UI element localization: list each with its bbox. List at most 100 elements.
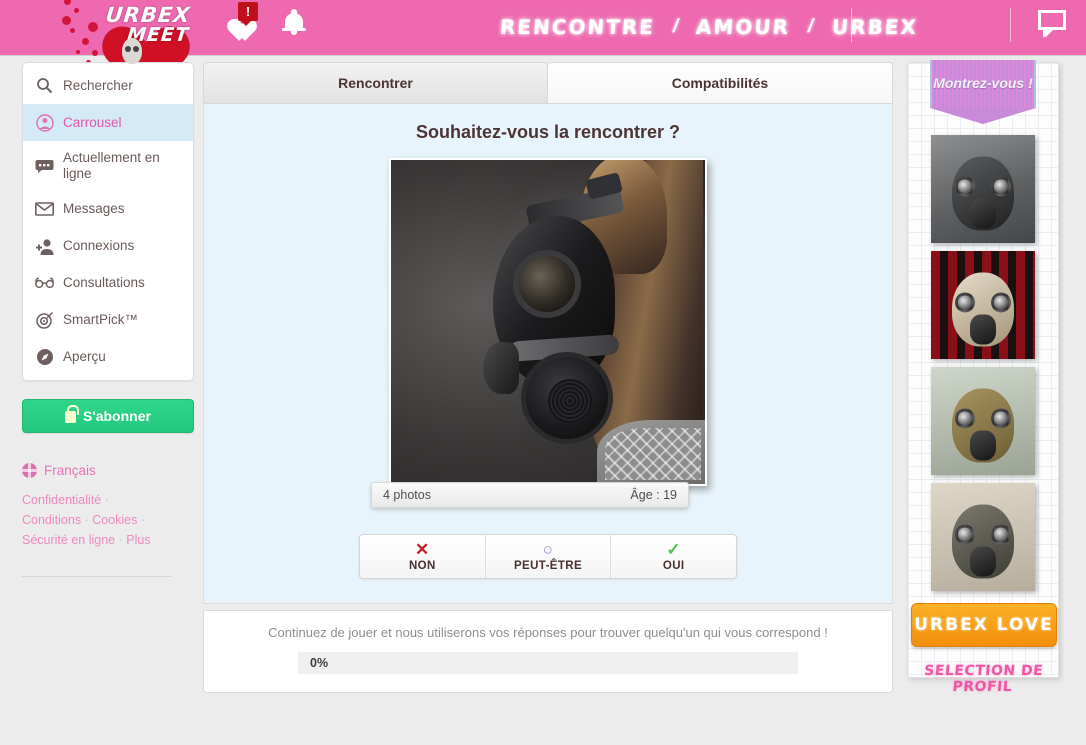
mask-eye-right <box>991 176 1011 197</box>
mask-eye-right <box>991 408 1011 429</box>
language-label: Français <box>44 462 96 478</box>
sidebar-item-label: Messages <box>63 201 125 217</box>
alert-badge[interactable]: ! <box>238 2 258 26</box>
nav-item-rencontre[interactable]: RENCONTRE <box>499 15 656 39</box>
progress-bar: 0% <box>298 652 798 674</box>
main-content: Rencontrer Compatibilités Souhaitez-vous… <box>203 62 893 693</box>
sidebar-item-carrousel[interactable]: Carrousel <box>23 104 193 141</box>
footer-link-securite-en-ligne[interactable]: Sécurité en ligne <box>22 533 115 547</box>
carousel-panel: Souhaitez-vous la rencontrer ? 4 photos … <box>203 104 893 604</box>
sidebar-item-messages[interactable]: Messages <box>23 191 193 228</box>
check-icon: ✓ <box>666 540 681 559</box>
compass-icon <box>35 348 54 367</box>
sidebar-item-label: Aperçu <box>63 349 106 365</box>
chat-box <box>1038 10 1066 30</box>
sidebar-item-connexions[interactable]: Connexions <box>23 228 193 265</box>
main-nav: RENCONTRE / AMOUR / URBEX <box>499 8 919 46</box>
search-icon <box>35 76 54 95</box>
bell-clapper <box>291 31 297 35</box>
sidebar-item-rechercher[interactable]: Rechercher <box>23 67 193 104</box>
sidebar-item-actuellement-en-ligne[interactable]: Actuellement en ligne <box>23 141 193 191</box>
answer-button-yes[interactable]: ✓ OUI <box>610 535 736 578</box>
photo-lace <box>605 428 701 480</box>
profile-photo[interactable] <box>391 160 705 484</box>
chat-tail <box>1043 30 1053 37</box>
bell-icon[interactable] <box>282 9 306 37</box>
footer-link-conditions[interactable]: Conditions <box>22 513 81 527</box>
logo-line-2: MEET <box>125 23 191 46</box>
sidebar-item-label: SmartPick™ <box>63 312 139 328</box>
mask-eye-left <box>955 292 975 313</box>
mask-snout <box>970 546 996 577</box>
profile-age: Âge : 19 <box>630 488 677 502</box>
answer-button-no[interactable]: ✕ NON <box>360 535 485 578</box>
gas-mask-shape <box>952 272 1014 347</box>
carousel-icon <box>35 113 54 132</box>
profile-thumbnail-3[interactable] <box>931 367 1035 475</box>
footer-separator: · <box>140 513 146 528</box>
progress-percent: 0% <box>310 656 329 670</box>
mask-eye-right <box>991 524 1011 545</box>
subscribe-button[interactable]: S'abonner <box>22 398 194 433</box>
answer-label-no: NON <box>408 560 436 572</box>
add-person-icon <box>35 237 54 256</box>
mask-eye-left <box>955 524 975 545</box>
sidebar-item-label: Connexions <box>63 238 135 254</box>
mask-snout <box>970 430 996 461</box>
online-icon <box>35 156 54 175</box>
heart-check-icon[interactable]: ! <box>222 2 258 36</box>
content-tabs: Rencontrer Compatibilités <box>203 62 893 104</box>
profile-photo-frame[interactable]: 4 photos Âge : 19 <box>371 158 707 508</box>
show-yourself-banner[interactable]: Montrez-vous ! <box>930 60 1036 124</box>
language-selector[interactable]: Français <box>22 462 194 478</box>
sidebar-item-consultations[interactable]: Consultations <box>23 265 193 302</box>
nav-item-amour[interactable]: AMOUR <box>695 15 791 39</box>
sidebar-nav: Rechercher Carrousel Actuellement en lig… <box>22 62 194 381</box>
sidebar-item-label: Rechercher <box>63 77 133 93</box>
gas-mask-filter <box>521 352 613 444</box>
envelope-icon <box>35 200 54 219</box>
tab-compatibilites[interactable]: Compatibilités <box>548 62 893 104</box>
cross-icon: ✕ <box>415 540 430 559</box>
question-title: Souhaitez-vous la rencontrer ? <box>415 122 681 142</box>
banner-label[interactable]: Montrez-vous ! <box>930 60 1036 108</box>
photo-caption-bar: 4 photos Âge : 19 <box>371 482 689 508</box>
answer-button-maybe[interactable]: ○ PEUT-ÊTRE <box>484 535 611 578</box>
gas-mask-lens <box>513 250 581 318</box>
profile-thumbnail-2[interactable] <box>931 251 1035 359</box>
footer-divider <box>22 575 172 577</box>
nav-item-urbex[interactable]: URBEX <box>831 15 919 39</box>
mask-snout <box>970 198 996 229</box>
circle-icon: ○ <box>542 540 554 559</box>
mask-eye-left <box>955 176 975 197</box>
globe-icon <box>22 462 37 478</box>
nav-separator-2: / <box>806 16 816 37</box>
photo-count: 4 photos <box>383 488 431 502</box>
urbex-love-button[interactable]: URBEX LOVE <box>911 603 1057 647</box>
progress-message: Continuez de jouer et nous utiliserons v… <box>268 625 828 640</box>
logo-line-1: URBEX <box>104 3 192 27</box>
profile-thumbnail-1[interactable] <box>931 135 1035 243</box>
lock-icon <box>65 405 79 424</box>
footer-separator: · <box>84 513 89 528</box>
mask-eye-left <box>955 408 975 429</box>
chat-bubble-icon[interactable] <box>1038 10 1066 37</box>
left-sidebar: Rechercher Carrousel Actuellement en lig… <box>22 62 194 577</box>
sidebar-item-label: Actuellement en ligne <box>63 150 160 181</box>
footer-link-cookies[interactable]: Cookies <box>92 513 137 527</box>
profile-thumbnail-4[interactable] <box>931 483 1035 591</box>
footer-link-plus[interactable]: Plus <box>126 533 150 547</box>
sidebar-item-apercu[interactable]: Aperçu <box>23 339 193 376</box>
tab-rencontrer[interactable]: Rencontrer <box>203 62 548 104</box>
footer-separator: · <box>104 492 109 507</box>
gas-mask-shape <box>952 388 1014 463</box>
sidebar-item-smartpick[interactable]: SmartPick™ <box>23 302 193 339</box>
gas-mask-valve <box>483 342 519 394</box>
sidebar-item-label: Carrousel <box>63 114 122 130</box>
footer-link-confidentialite[interactable]: Confidentialité <box>22 493 101 507</box>
sidebar-item-label: Consultations <box>63 275 145 291</box>
answer-label-yes: OUI <box>662 560 685 572</box>
banner-tip <box>930 108 1036 124</box>
nav-separator-1: / <box>670 16 681 37</box>
footer-links: Confidentialité · Conditions · Cookies ·… <box>22 490 180 551</box>
